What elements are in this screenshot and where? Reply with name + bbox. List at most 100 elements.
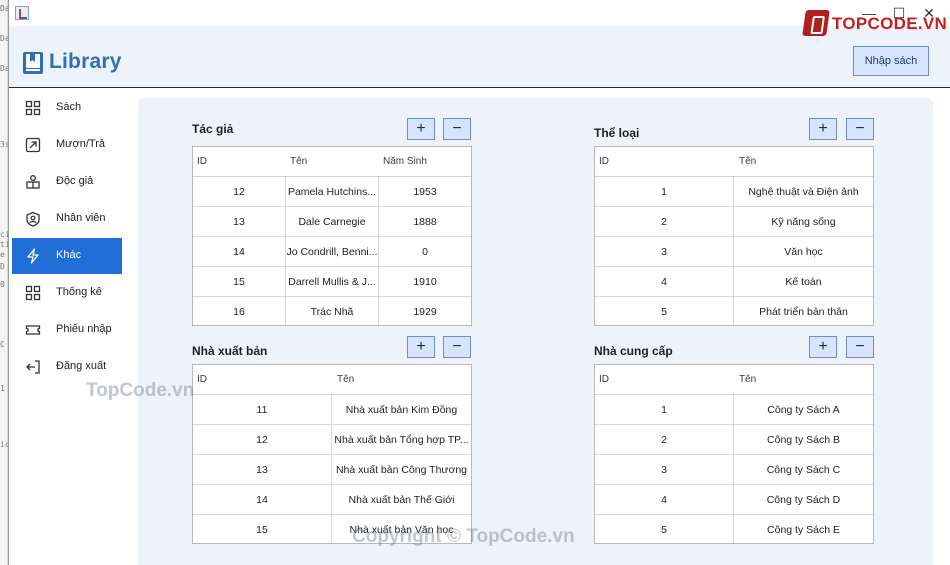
- add-publisher-button[interactable]: +: [407, 336, 435, 358]
- table-row[interactable]: 12 Nhà xuất bản Tổng hợp TP...: [193, 425, 471, 455]
- add-author-button[interactable]: +: [407, 118, 435, 140]
- content-area: Tác giả + − ID Tên Năm Sinh 12 Pamela Hu…: [138, 98, 933, 565]
- table-row[interactable]: 14 Jo Condrill, Benni... 0: [193, 237, 471, 267]
- table-cell: 12: [193, 425, 332, 455]
- table-row[interactable]: 4 Công ty Sách D: [595, 485, 873, 515]
- sidebar-item-label: Phiếu nhập: [56, 323, 112, 335]
- logout-icon: [26, 360, 40, 374]
- table-cell: 14: [193, 237, 286, 267]
- remove-author-button[interactable]: −: [443, 118, 471, 140]
- table-cell: 13: [193, 207, 286, 237]
- add-genre-button[interactable]: +: [809, 118, 837, 140]
- authors-table[interactable]: ID Tên Năm Sinh 12 Pamela Hutchins... 19…: [192, 146, 472, 326]
- table-cell: Nhà xuất bản Thế Giới: [348, 494, 455, 506]
- table-row[interactable]: 16 Trác Nhã 1929: [193, 297, 471, 325]
- column-header[interactable]: ID: [599, 374, 609, 385]
- genres-panel-title: Thể loại: [594, 126, 640, 140]
- table-cell: Công ty Sách E: [767, 524, 840, 536]
- sidebar-item-import-slips[interactable]: Phiếu nhập: [12, 312, 122, 348]
- table-cell: Công ty Sách A: [767, 404, 840, 416]
- suppliers-panel-title: Nhà cung cấp: [594, 344, 673, 358]
- background-text: 1: [0, 384, 5, 393]
- table-cell: 5: [595, 297, 734, 325]
- table-cell: Dale Carnegie: [286, 207, 379, 237]
- table-cell: 3: [595, 455, 734, 485]
- sidebar-item-statistics[interactable]: Thống kê: [12, 275, 122, 311]
- table-cell: Nhà xuất bản Kim Đồng: [345, 404, 458, 416]
- remove-supplier-button[interactable]: −: [846, 336, 874, 358]
- site-watermark: TopCode.vn: [86, 380, 195, 401]
- column-header[interactable]: ID: [197, 156, 207, 167]
- topcode-mark-icon: [802, 10, 830, 36]
- table-row[interactable]: 15 Darrell Mullis & J... 1910: [193, 267, 471, 297]
- publishers-table[interactable]: ID Tên 11 Nhà xuất bản Kim Đồng 12 Nhà x…: [192, 364, 472, 544]
- suppliers-table[interactable]: ID Tên 1 Công ty Sách A 2 Công ty Sách B…: [594, 364, 874, 544]
- sidebar-item-staff[interactable]: Nhân viên: [12, 201, 122, 237]
- table-cell: 13: [193, 455, 332, 485]
- column-header[interactable]: Tên: [739, 374, 756, 385]
- table-row[interactable]: 3 Văn học: [595, 237, 873, 267]
- table-cell: Pamela Hutchins...: [286, 177, 379, 207]
- sidebar-item-borrow-return[interactable]: Mượn/Trả: [12, 127, 122, 163]
- java-app-icon: [15, 6, 29, 20]
- column-header[interactable]: ID: [599, 156, 609, 167]
- table-row[interactable]: 4 Kế toán: [595, 267, 873, 297]
- table-row[interactable]: 13 Nhà xuất bản Công Thương: [193, 455, 471, 485]
- publishers-panel-title: Nhà xuất bản: [192, 344, 268, 358]
- table-cell: Kế toán: [785, 276, 822, 288]
- table-cell: Nhà xuất bản Công Thương: [335, 464, 468, 476]
- table-header: ID Tên: [193, 365, 471, 395]
- table-row[interactable]: 13 Dale Carnegie 1888: [193, 207, 471, 237]
- table-row[interactable]: 2 Công ty Sách B: [595, 425, 873, 455]
- column-header[interactable]: ID: [197, 374, 207, 385]
- background-text: C: [0, 340, 5, 349]
- table-cell: 4: [595, 485, 734, 515]
- sidebar-item-label: Đăng xuất: [56, 360, 107, 372]
- genres-table[interactable]: ID Tên 1 Nghệ thuật và Điện ảnh 2 Kỹ năn…: [594, 146, 874, 326]
- table-cell: 12: [193, 177, 286, 207]
- column-header[interactable]: Tên: [290, 156, 307, 167]
- table-cell: Phát triển bản thân: [759, 306, 848, 318]
- table-cell: 4: [595, 267, 734, 297]
- table-cell: Nhà xuất bản Tổng hợp TP...: [334, 434, 469, 446]
- table-cell: Văn học: [784, 246, 823, 258]
- table-cell: 3: [595, 237, 734, 267]
- add-supplier-button[interactable]: +: [809, 336, 837, 358]
- sidebar-item-label: Sách: [56, 101, 82, 113]
- copyright-watermark: Copyright © TopCode.vn: [352, 526, 575, 547]
- sidebar-item-label: Thống kê: [56, 286, 102, 298]
- sidebar-item-books[interactable]: Sách: [12, 90, 122, 126]
- import-books-button[interactable]: Nhập sách: [853, 46, 929, 76]
- table-header: ID Tên: [595, 147, 873, 177]
- badge-icon: [26, 211, 40, 227]
- table-row[interactable]: 14 Nhà xuất bản Thế Giới: [193, 485, 471, 515]
- table-row[interactable]: 5 Công ty Sách E: [595, 515, 873, 543]
- sidebar-item-label: Nhân viên: [56, 212, 106, 224]
- sidebar-item-label: Khác: [56, 249, 82, 261]
- table-cell: Công ty Sách B: [767, 434, 840, 446]
- sidebar-item-label: Độc giả: [56, 175, 94, 187]
- table-cell: Công ty Sách C: [766, 464, 841, 476]
- table-cell: 2: [595, 425, 734, 455]
- table-row[interactable]: 2 Kỹ năng sống: [595, 207, 873, 237]
- table-row[interactable]: 3 Công ty Sách C: [595, 455, 873, 485]
- column-header[interactable]: Tên: [739, 156, 756, 167]
- table-row[interactable]: 1 Nghệ thuật và Điện ảnh: [595, 177, 873, 207]
- table-row[interactable]: 12 Pamela Hutchins... 1953: [193, 177, 471, 207]
- table-cell: 1: [595, 395, 734, 425]
- table-row[interactable]: 1 Công ty Sách A: [595, 395, 873, 425]
- remove-publisher-button[interactable]: −: [443, 336, 471, 358]
- column-header[interactable]: Tên: [337, 374, 354, 385]
- column-header[interactable]: Năm Sinh: [383, 156, 427, 167]
- remove-genre-button[interactable]: −: [846, 118, 874, 140]
- sidebar-item-other[interactable]: Khác: [12, 238, 122, 274]
- app-title: Library: [49, 50, 122, 73]
- sidebar-item-readers[interactable]: Độc giả: [12, 164, 122, 200]
- table-cell: Darrell Mullis & J...: [286, 267, 379, 297]
- table-row[interactable]: 5 Phát triển bản thân: [595, 297, 873, 325]
- table-header: ID Tên Năm Sinh: [193, 147, 471, 177]
- table-row[interactable]: 11 Nhà xuất bản Kim Đồng: [193, 395, 471, 425]
- table-header: ID Tên: [595, 365, 873, 395]
- table-cell: 0: [422, 246, 428, 258]
- background-text: D: [0, 262, 5, 271]
